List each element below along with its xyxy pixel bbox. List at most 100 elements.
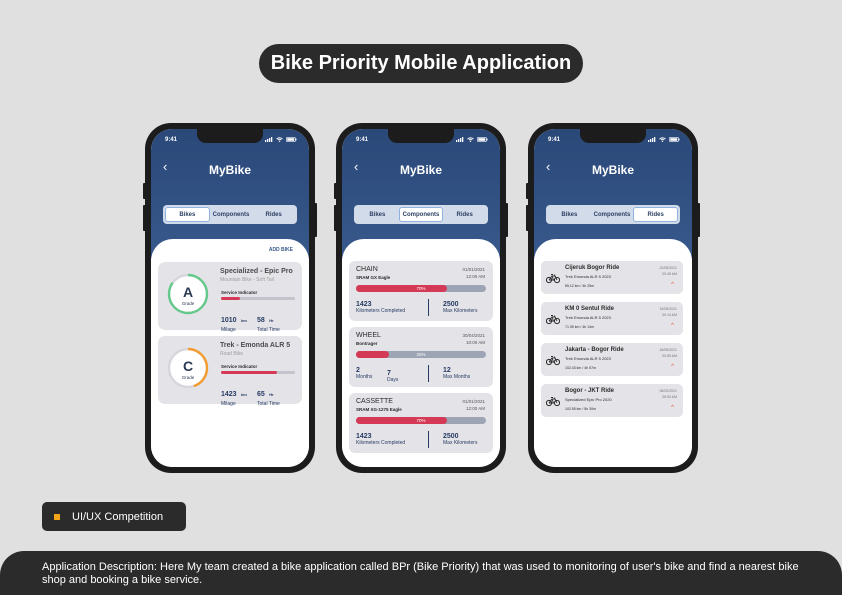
mileage-stat: 1010 km Milage <box>221 317 247 333</box>
app-title: MyBike <box>208 163 252 177</box>
ride-bike: Trek Emonda ALR 5 2023 <box>565 274 611 279</box>
application-description: Application Description: Here My team cr… <box>0 551 842 595</box>
wifi-icon <box>659 137 666 142</box>
component-card[interactable]: WHEEL Bontrager 30/04/2021 10:00 AM 20% 2… <box>349 327 493 387</box>
tab-components[interactable]: Components <box>398 207 444 222</box>
ride-stats: 71.95 km / 4h 14m <box>565 325 594 329</box>
status-bar: 9:41 <box>356 137 488 145</box>
app-title: MyBike <box>591 163 635 177</box>
ride-bike: Trek Emonda ALR 5 2023 <box>565 315 611 320</box>
status-bar: 9:41 <box>165 137 297 145</box>
max-months: 12 Max Months <box>443 367 471 380</box>
component-model: Bontrager <box>356 341 378 346</box>
grade-gauge: A Grade <box>167 273 209 315</box>
service-indicator-bar <box>221 371 295 374</box>
bicycle-icon <box>546 315 560 325</box>
grade-gauge: C Grade <box>167 347 209 389</box>
component-model: SRAM XG-1275 Eagle <box>356 407 402 412</box>
ride-stats: 102.55 km / 5h 30m <box>565 407 596 411</box>
phone-bikes: 9:41 ‹ MyBike Bikes Components Rides ADD… <box>143 123 317 473</box>
bike-name: Specialized - Epic Pro <box>220 268 293 275</box>
tab-bikes[interactable]: Bikes <box>548 207 591 222</box>
component-card[interactable]: CASSETTE SRAM XG-1275 Eagle 01/01/2021 12… <box>349 393 493 453</box>
ride-card[interactable]: Cijeruk Bogor Ride Trek Emonda ALR 5 202… <box>541 261 683 294</box>
bike-type: Road Bike <box>220 351 244 357</box>
tab-components[interactable]: Components <box>591 207 634 222</box>
component-model: SRAM GX Eagle <box>356 275 391 280</box>
signal-icon <box>265 137 273 142</box>
bike-card[interactable]: A Grade Specialized - Epic Pro Mountain … <box>158 262 302 333</box>
ride-date: 08/02/2021 05:53 AM <box>659 389 677 399</box>
strava-arrow-icon: ^ <box>671 282 674 288</box>
service-indicator-label: Service Indicator <box>221 290 258 295</box>
grade-letter: C <box>183 358 193 374</box>
tab-bar: Bikes Components Rides <box>546 205 680 224</box>
total-time-stat: 65 Hr Total Time <box>257 391 280 407</box>
strava-arrow-icon: ^ <box>671 405 674 411</box>
rides-panel: Cijeruk Bogor Ride Trek Emonda ALR 5 202… <box>534 239 692 467</box>
ride-name: KM 0 Sentul Ride <box>565 306 615 312</box>
total-time-stat: 58 Hr Total Time <box>257 317 280 333</box>
component-progress-bar: 20% <box>356 351 486 358</box>
wifi-icon <box>467 137 474 142</box>
tab-rides[interactable]: Rides <box>252 207 295 222</box>
tab-bikes[interactable]: Bikes <box>165 207 210 222</box>
components-panel: CHAIN SRAM GX Eagle 01/01/2021 12:00 AM 7… <box>342 239 500 467</box>
tab-bar: Bikes Components Rides <box>354 205 488 224</box>
component-progress-bar: 70% <box>356 285 486 292</box>
max-kilometers: 2500 Max Kilometers <box>443 301 478 314</box>
progress-label: 70% <box>416 286 426 291</box>
competition-badge: UI/UX Competition <box>42 502 186 531</box>
ride-bike: Specialized Epic Pro 2020 <box>565 397 612 402</box>
component-date: 01/01/2021 12:00 AM <box>462 267 485 279</box>
days-stat: 7 Days <box>387 370 399 383</box>
component-name: CASSETTE <box>356 398 393 405</box>
ride-card[interactable]: Jakarta - Bogor Ride Trek Emonda ALR 5 2… <box>541 343 683 376</box>
bikes-panel: ADD BIKE A Grade Specialized - Epic Pro … <box>151 239 309 467</box>
ride-date: 18/05/2021 00:55 AM <box>659 348 677 358</box>
ride-stats: 102.43 km / 4h 57m <box>565 366 596 370</box>
tab-rides[interactable]: Rides <box>633 207 679 222</box>
phone-components: 9:41 ‹ MyBike Bikes Components Rides CHA… <box>334 123 508 473</box>
tab-bar: Bikes Components Rides <box>163 205 297 224</box>
add-bike-button[interactable]: ADD BIKE <box>269 247 293 253</box>
tab-bikes[interactable]: Bikes <box>356 207 399 222</box>
component-date: 30/04/2021 10:00 AM <box>462 333 485 345</box>
kilometers-completed: 1423 Kilometers Completed <box>356 433 406 446</box>
competition-label: UI/UX Competition <box>72 510 164 523</box>
tab-components[interactable]: Components <box>210 207 253 222</box>
ride-date: 22/05/2021 00:45 AM <box>659 266 677 276</box>
component-name: CHAIN <box>356 266 378 273</box>
battery-icon <box>477 137 488 142</box>
ride-bike: Trek Emonda ALR 5 2023 <box>565 356 611 361</box>
strava-arrow-icon: ^ <box>671 364 674 370</box>
status-bar: 9:41 <box>548 137 680 145</box>
bicycle-icon <box>546 356 560 366</box>
ride-card[interactable]: KM 0 Sentul Ride Trek Emonda ALR 5 2023 … <box>541 302 683 335</box>
service-indicator-bar <box>221 297 295 300</box>
ride-stats: 85.12 km / 4h 25m <box>565 284 594 288</box>
component-date: 01/01/2021 12:00 AM <box>462 399 485 411</box>
strava-arrow-icon: ^ <box>671 323 674 329</box>
signal-icon <box>456 137 464 142</box>
component-card[interactable]: CHAIN SRAM GX Eagle 01/01/2021 12:00 AM 7… <box>349 261 493 321</box>
progress-label: 20% <box>416 352 426 357</box>
kilometers-completed: 1423 Kilometers Completed <box>356 301 406 314</box>
mileage-stat: 1423 km Milage <box>221 391 247 407</box>
page-title: Bike Priority Mobile Application <box>259 44 583 83</box>
ride-card[interactable]: Bogor - JKT Ride Specialized Epic Pro 20… <box>541 384 683 417</box>
bike-name: Trek - Emonda ALR 5 <box>220 342 291 349</box>
months-stat: 2 Months <box>356 367 373 380</box>
bicycle-icon <box>546 274 560 284</box>
ride-name: Bogor - JKT Ride <box>565 388 614 394</box>
component-name: WHEEL <box>356 332 381 339</box>
app-title: MyBike <box>399 163 443 177</box>
bullet-square-icon <box>54 513 60 520</box>
battery-icon <box>669 137 680 142</box>
bike-card[interactable]: C Grade Trek - Emonda ALR 5 Road Bike Se… <box>158 336 302 407</box>
grade-label: Grade <box>182 375 195 380</box>
wifi-icon <box>276 137 283 142</box>
grade-label: Grade <box>182 301 195 306</box>
tab-rides[interactable]: Rides <box>443 207 486 222</box>
battery-icon <box>286 137 297 142</box>
